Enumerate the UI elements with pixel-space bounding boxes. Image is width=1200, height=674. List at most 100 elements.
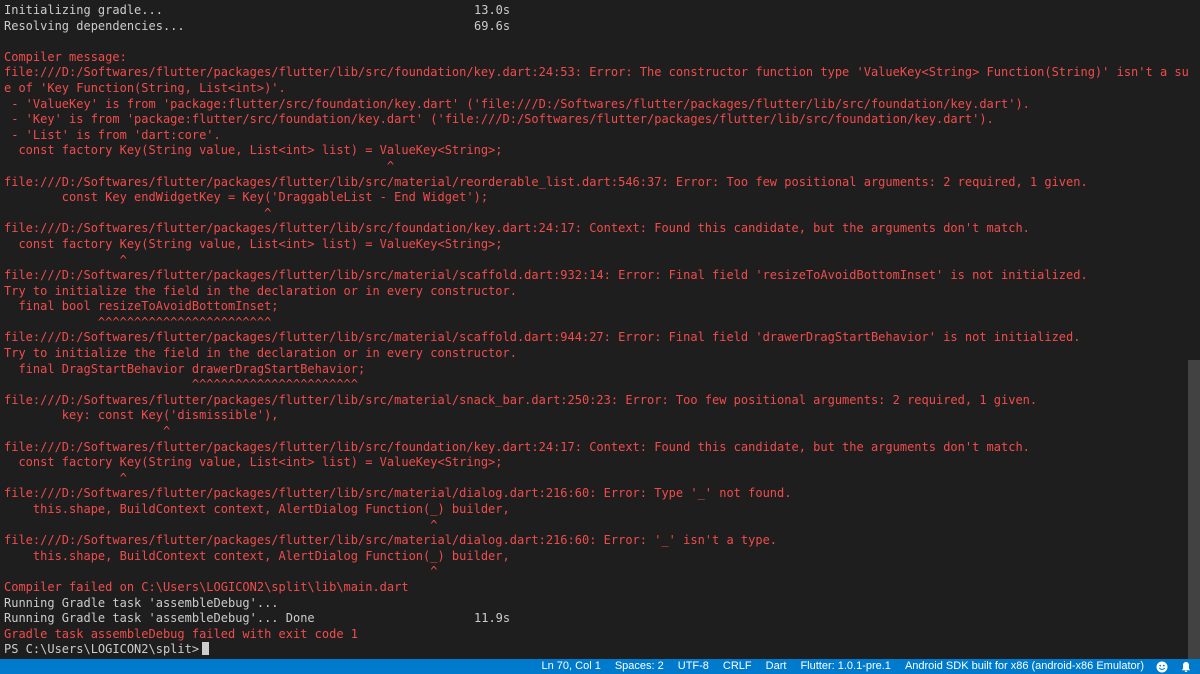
terminal-line: file:///D:/Softwares/flutter/packages/fl… <box>4 440 1188 456</box>
terminal-line: Running Gradle task 'assembleDebug'... <box>4 596 1188 612</box>
terminal-line: Try to initialize the field in the decla… <box>4 284 1188 300</box>
terminal-panel[interactable]: Initializing gradle... 13.0s Resolving dep… <box>0 0 1188 659</box>
terminal-cursor <box>202 642 210 656</box>
terminal-line: ^ <box>4 159 1188 175</box>
terminal-line: e of 'Key Function(String, List<int>)'. <box>4 81 1188 97</box>
status-line-ending[interactable]: CRLF <box>723 659 752 674</box>
terminal-line-text: ^ <box>4 424 171 439</box>
terminal-line: file:///D:/Softwares/flutter/packages/fl… <box>4 486 1188 502</box>
terminal-timing: 69.6s <box>474 18 511 33</box>
terminal-line-text: - 'List' is from 'dart:core'. <box>4 127 221 142</box>
terminal-line: Resolving dependencies... 69.6s <box>4 19 1188 35</box>
terminal-line: const factory Key(String value, List<int… <box>4 237 1188 253</box>
status-cursor-position[interactable]: Ln 70, Col 1 <box>542 659 601 674</box>
terminal-line-text: this.shape, BuildContext context, AlertD… <box>4 548 510 563</box>
terminal-line-text: const Key endWidgetKey = Key('DraggableL… <box>4 190 489 205</box>
terminal-line: Compiler failed on C:\Users\LOGICON2\spl… <box>4 580 1188 596</box>
terminal-line: ^^^^^^^^^^^^^^^^^^^^^^^^ <box>4 315 1188 331</box>
terminal-line: ^ <box>4 518 1188 534</box>
terminal-line-text: ^^^^^^^^^^^^^^^^^^^^^^^ <box>4 377 359 392</box>
terminal-scrollbar-track[interactable] <box>1188 0 1200 659</box>
terminal-line-text: Running Gradle task 'assembleDebug'... D… <box>4 611 315 626</box>
terminal-line-text: ^ <box>4 252 127 267</box>
terminal-line-text: file:///D:/Softwares/flutter/packages/fl… <box>4 174 1088 189</box>
terminal-line: ^^^^^^^^^^^^^^^^^^^^^^^ <box>4 377 1188 393</box>
terminal-line: const factory Key(String value, List<int… <box>4 143 1188 159</box>
terminal-line: - 'ValueKey' is from 'package:flutter/sr… <box>4 97 1188 113</box>
terminal-line-text: file:///D:/Softwares/flutter/packages/fl… <box>4 268 1088 283</box>
status-bar: Ln 70, Col 1 Spaces: 2 UTF-8 CRLF Dart Flutte… <box>0 659 1200 674</box>
terminal-line: Compiler message: <box>4 50 1188 66</box>
terminal-line-text: e of 'Key Function(String, List<int>)'. <box>4 80 286 95</box>
notifications-bell-icon[interactable] <box>1180 661 1192 673</box>
terminal-line: file:///D:/Softwares/flutter/packages/fl… <box>4 175 1188 191</box>
terminal-line-text: Compiler message: <box>4 49 127 64</box>
terminal-line: ^ <box>4 564 1188 580</box>
terminal-line: file:///D:/Softwares/flutter/packages/fl… <box>4 393 1188 409</box>
terminal-line-text: - 'ValueKey' is from 'package:flutter/sr… <box>4 96 1030 111</box>
terminal-line: ^ <box>4 206 1188 222</box>
status-device[interactable]: Android SDK built for x86 (android-x86 E… <box>905 659 1144 674</box>
terminal-line-text: file:///D:/Softwares/flutter/packages/fl… <box>4 486 792 501</box>
terminal-line-text: file:///D:/Softwares/flutter/packages/fl… <box>4 392 1038 407</box>
terminal-line: file:///D:/Softwares/flutter/packages/fl… <box>4 65 1188 81</box>
terminal-line-text: file:///D:/Softwares/flutter/packages/fl… <box>4 533 778 548</box>
terminal-line-text: ^ <box>4 158 395 173</box>
terminal-line-text: file:///D:/Softwares/flutter/packages/fl… <box>4 330 1081 345</box>
terminal-line-text: ^ <box>4 564 438 579</box>
terminal-line: file:///D:/Softwares/flutter/packages/fl… <box>4 221 1188 237</box>
terminal-line: Gradle task assembleDebug failed with ex… <box>4 627 1188 643</box>
terminal-line: Initializing gradle... 13.0s <box>4 3 1188 19</box>
status-flutter-version[interactable]: Flutter: 1.0.1-pre.1 <box>800 659 891 674</box>
terminal-line: this.shape, BuildContext context, AlertD… <box>4 549 1188 565</box>
terminal-line: ^ <box>4 471 1188 487</box>
status-language[interactable]: Dart <box>766 659 787 674</box>
terminal-line: Running Gradle task 'assembleDebug'... D… <box>4 611 1188 627</box>
terminal-line-text: Try to initialize the field in the decla… <box>4 283 517 298</box>
feedback-smiley-icon[interactable] <box>1156 661 1168 673</box>
terminal-line-text: file:///D:/Softwares/flutter/packages/fl… <box>4 65 1188 80</box>
status-encoding[interactable]: UTF-8 <box>678 659 709 674</box>
terminal-line-text: file:///D:/Softwares/flutter/packages/fl… <box>4 221 1030 236</box>
terminal-line: - 'List' is from 'dart:core'. <box>4 128 1188 144</box>
terminal-line-text: this.shape, BuildContext context, AlertD… <box>4 502 510 516</box>
terminal-timing: 13.0s <box>474 3 511 17</box>
terminal-line-text: Compiler failed on C:\Users\LOGICON2\spl… <box>4 579 409 594</box>
terminal-line-text: ^ <box>4 517 438 532</box>
terminal-line-text: const factory Key(String value, List<int… <box>4 236 503 251</box>
terminal-line-text: const factory Key(String value, List<int… <box>4 455 503 470</box>
terminal-line: file:///D:/Softwares/flutter/packages/fl… <box>4 533 1188 549</box>
terminal-line-text: Try to initialize the field in the decla… <box>4 346 517 361</box>
status-indentation[interactable]: Spaces: 2 <box>615 659 664 674</box>
terminal-line: file:///D:/Softwares/flutter/packages/fl… <box>4 268 1188 284</box>
terminal-line: key: const Key('dismissible'), <box>4 408 1188 424</box>
terminal-line-text: ^^^^^^^^^^^^^^^^^^^^^^^^ <box>4 314 272 329</box>
terminal-line: const factory Key(String value, List<int… <box>4 455 1188 471</box>
terminal-line-text: file:///D:/Softwares/flutter/packages/fl… <box>4 439 1030 454</box>
terminal-line-text: const factory Key(String value, List<int… <box>4 143 503 158</box>
terminal-line: this.shape, BuildContext context, AlertD… <box>4 502 1188 518</box>
terminal-line: final DragStartBehavior drawerDragStartB… <box>4 362 1188 378</box>
terminal-line-text: ^ <box>4 205 272 220</box>
terminal-timing: 11.9s <box>474 611 511 626</box>
terminal-line-text: Gradle task assembleDebug failed with ex… <box>4 626 359 641</box>
terminal-scrollbar-thumb[interactable] <box>1188 360 1200 659</box>
terminal-line-text: ^ <box>4 470 127 485</box>
terminal-line-text: Running Gradle task 'assembleDebug'... <box>4 595 279 610</box>
terminal-line-text: key: const Key('dismissible'), <box>4 408 279 423</box>
terminal-line-text: final bool resizeToAvoidBottomInset; <box>4 299 279 314</box>
terminal-line: final bool resizeToAvoidBottomInset; <box>4 299 1188 315</box>
terminal-prompt: PS C:\Users\LOGICON2\split> <box>4 642 200 657</box>
terminal-line: ^ <box>4 424 1188 440</box>
terminal-line: - 'Key' is from 'package:flutter/src/fou… <box>4 112 1188 128</box>
terminal-prompt-line[interactable]: PS C:\Users\LOGICON2\split> <box>4 642 1188 658</box>
terminal-line-text: Initializing gradle... <box>4 3 163 17</box>
terminal-line: Try to initialize the field in the decla… <box>4 346 1188 362</box>
terminal-line: const Key endWidgetKey = Key('DraggableL… <box>4 190 1188 206</box>
terminal-line: file:///D:/Softwares/flutter/packages/fl… <box>4 330 1188 346</box>
terminal-line-text: Resolving dependencies... <box>4 18 185 33</box>
terminal-line: ^ <box>4 253 1188 269</box>
terminal-line-text: final DragStartBehavior drawerDragStartB… <box>4 361 366 376</box>
terminal-line-text: - 'Key' is from 'package:flutter/src/fou… <box>4 112 994 127</box>
